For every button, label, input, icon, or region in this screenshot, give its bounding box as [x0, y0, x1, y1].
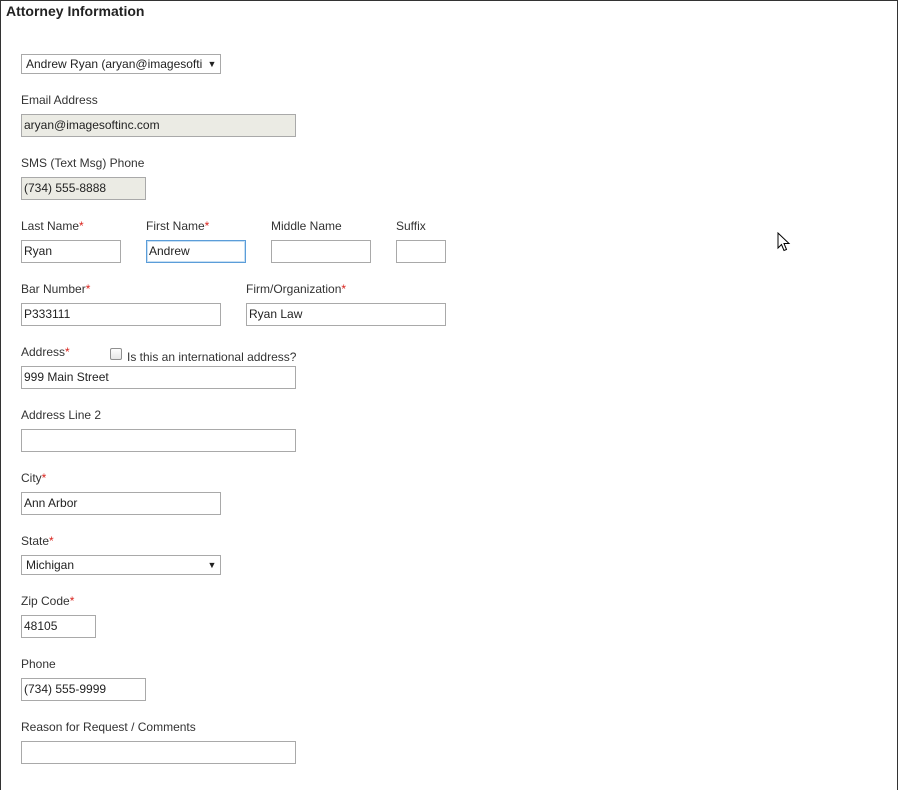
address-field[interactable]: 999 Main Street: [21, 366, 296, 389]
zip-code-label-text: Zip Code: [21, 594, 70, 608]
zip-code-label: Zip Code*: [21, 594, 74, 608]
required-marker: *: [65, 345, 70, 359]
attorney-select-value: Andrew Ryan (aryan@imagesofti: [26, 57, 203, 71]
bar-number-label: Bar Number*: [21, 282, 90, 296]
email-label: Email Address: [21, 93, 98, 107]
last-name-label-text: Last Name: [21, 219, 80, 233]
comments-label: Reason for Request / Comments: [21, 720, 196, 734]
sms-phone-field[interactable]: (734) 555-8888: [21, 177, 146, 200]
chevron-down-icon: ▼: [204, 55, 220, 73]
firm-label-text: Firm/Organization: [246, 282, 342, 296]
city-field[interactable]: Ann Arbor: [21, 492, 221, 515]
phone-field[interactable]: (734) 555-9999: [21, 678, 146, 701]
required-marker: *: [85, 282, 91, 296]
middle-name-field[interactable]: [271, 240, 371, 263]
chevron-down-icon: ▼: [204, 556, 220, 574]
state-label: State*: [21, 534, 54, 548]
phone-label: Phone: [21, 657, 56, 671]
international-address-checkbox[interactable]: [110, 348, 122, 360]
international-address-label: Is this an international address?: [127, 350, 297, 364]
middle-name-label: Middle Name: [271, 219, 342, 233]
last-name-field[interactable]: Ryan: [21, 240, 121, 263]
first-name-field[interactable]: Andrew: [146, 240, 246, 263]
required-marker: *: [41, 471, 47, 485]
state-select[interactable]: Michigan ▼: [21, 555, 221, 575]
first-name-label: First Name*: [146, 219, 209, 233]
firm-field[interactable]: Ryan Law: [246, 303, 446, 326]
suffix-label: Suffix: [396, 219, 426, 233]
address-label: Address*: [21, 345, 70, 359]
state-label-text: State: [21, 534, 50, 548]
suffix-field[interactable]: [396, 240, 446, 263]
city-label: City*: [21, 471, 46, 485]
zip-code-field[interactable]: 48105: [21, 615, 96, 638]
city-label-text: City: [21, 471, 42, 485]
required-marker: *: [49, 534, 54, 548]
required-marker: *: [341, 282, 347, 296]
bar-number-field[interactable]: P333111: [21, 303, 221, 326]
attorney-select[interactable]: Andrew Ryan (aryan@imagesofti ▼: [21, 54, 221, 74]
comments-field[interactable]: [21, 741, 296, 764]
address-line-2-label: Address Line 2: [21, 408, 102, 422]
email-field[interactable]: aryan@imagesoftinc.com: [21, 114, 296, 137]
state-select-value: Michigan: [26, 558, 75, 572]
required-marker: *: [79, 219, 84, 233]
section-title: Attorney Information: [6, 3, 145, 19]
firm-label: Firm/Organization*: [246, 282, 346, 296]
address-line-2-field[interactable]: [21, 429, 296, 452]
bar-number-label-text: Bar Number: [21, 282, 86, 296]
first-name-label-text: First Name: [146, 219, 205, 233]
sms-phone-label: SMS (Text Msg) Phone: [21, 156, 145, 170]
required-marker: *: [204, 219, 210, 233]
mouse-pointer-icon: [777, 231, 791, 255]
last-name-label: Last Name*: [21, 219, 84, 233]
required-marker: *: [69, 594, 75, 608]
address-label-text: Address: [21, 345, 66, 359]
